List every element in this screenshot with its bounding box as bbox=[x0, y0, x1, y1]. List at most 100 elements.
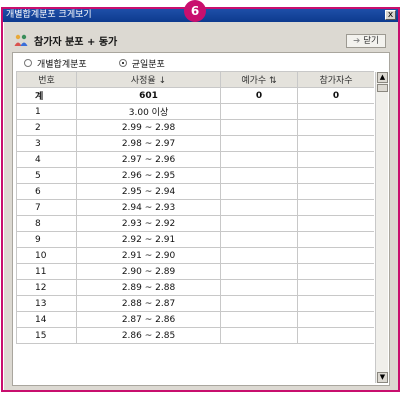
row-number: 11 bbox=[16, 263, 77, 280]
column-header-count[interactable]: 예가수 ⇅ bbox=[220, 71, 298, 88]
table-row[interactable]: 15 2.86 ~ 2.85 bbox=[16, 327, 374, 344]
table-row[interactable]: 6 2.95 ~ 2.94 bbox=[16, 183, 374, 200]
row-rate: 2.90 ~ 2.89 bbox=[76, 263, 221, 280]
table-row[interactable]: 8 2.93 ~ 2.92 bbox=[16, 215, 374, 232]
row-number: 1 bbox=[16, 103, 77, 120]
row-rate: 2.92 ~ 2.91 bbox=[76, 231, 221, 248]
distribution-mode-radios: 개별합계분포 균일분포 bbox=[24, 56, 197, 70]
row-count bbox=[220, 151, 298, 168]
row-number: 15 bbox=[16, 327, 77, 344]
radio-individual-sum-label: 개별합계분포 bbox=[37, 59, 87, 70]
row-count bbox=[220, 183, 298, 200]
table-row[interactable]: 9 2.92 ~ 2.91 bbox=[16, 231, 374, 248]
chevron-up-icon: ▲ bbox=[379, 73, 386, 81]
row-participants bbox=[297, 231, 374, 248]
row-participants bbox=[297, 311, 374, 328]
row-number: 8 bbox=[16, 215, 77, 232]
close-button-label: 닫기 bbox=[363, 36, 379, 46]
row-rate: 2.99 ~ 2.98 bbox=[76, 119, 221, 136]
row-number: 14 bbox=[16, 311, 77, 328]
row-count bbox=[220, 199, 298, 216]
table-row[interactable]: 2 2.99 ~ 2.98 bbox=[16, 119, 374, 136]
dialog-header: 참가자 분포 + 동가 bbox=[14, 32, 117, 48]
vertical-scrollbar[interactable]: ▲ ▼ bbox=[375, 72, 388, 383]
total-row[interactable]: 계 601 0 0 bbox=[16, 87, 374, 104]
row-number: 13 bbox=[16, 295, 77, 312]
row-participants bbox=[297, 327, 374, 344]
close-button[interactable]: ➔ 닫기 bbox=[346, 34, 386, 48]
row-participants bbox=[297, 279, 374, 296]
row-rate: 2.95 ~ 2.94 bbox=[76, 183, 221, 200]
column-header-participants[interactable]: 참가자수 bbox=[297, 71, 374, 88]
row-rate: 2.94 ~ 2.93 bbox=[76, 199, 221, 216]
row-count bbox=[220, 119, 298, 136]
radio-individual-sum-dot[interactable] bbox=[24, 59, 32, 67]
table-row[interactable]: 4 2.97 ~ 2.96 bbox=[16, 151, 374, 168]
exit-arrow-icon: ➔ bbox=[353, 36, 361, 46]
row-count bbox=[220, 327, 298, 344]
people-icon bbox=[14, 34, 28, 46]
chevron-down-icon: ▼ bbox=[379, 373, 386, 381]
row-participants bbox=[297, 167, 374, 184]
scroll-thumb[interactable] bbox=[377, 84, 388, 92]
table-row[interactable]: 13 2.88 ~ 2.87 bbox=[16, 295, 374, 312]
dialog-body: 참가자 분포 + 동가 ➔ 닫기 개별합계분포 균일분포 번호 사정율 ↓ 예가… bbox=[3, 22, 398, 390]
row-number: 12 bbox=[16, 279, 77, 296]
row-participants bbox=[297, 215, 374, 232]
table-row[interactable]: 12 2.89 ~ 2.88 bbox=[16, 279, 374, 296]
window-close-button[interactable]: x bbox=[385, 10, 396, 20]
row-rate: 2.96 ~ 2.95 bbox=[76, 167, 221, 184]
table-row[interactable]: 11 2.90 ~ 2.89 bbox=[16, 263, 374, 280]
row-number: 2 bbox=[16, 119, 77, 136]
row-count bbox=[220, 247, 298, 264]
row-count bbox=[220, 215, 298, 232]
table-row[interactable]: 3 2.98 ~ 2.97 bbox=[16, 135, 374, 152]
row-participants bbox=[297, 263, 374, 280]
row-participants bbox=[297, 199, 374, 216]
row-rate: 2.91 ~ 2.90 bbox=[76, 247, 221, 264]
row-rate: 2.87 ~ 2.86 bbox=[76, 311, 221, 328]
dialog-title: 참가자 분포 + 동가 bbox=[34, 36, 118, 48]
table-row[interactable]: 1 3.00 이상 bbox=[16, 103, 374, 120]
column-header-rate[interactable]: 사정율 ↓ bbox=[76, 71, 221, 88]
row-number: 5 bbox=[16, 167, 77, 184]
row-rate: 2.89 ~ 2.88 bbox=[76, 279, 221, 296]
row-count bbox=[220, 279, 298, 296]
column-header-number[interactable]: 번호 bbox=[16, 71, 77, 88]
row-rate: 2.86 ~ 2.85 bbox=[76, 327, 221, 344]
distribution-table-container: 번호 사정율 ↓ 예가수 ⇅ 참가자수 계 601 0 0 1 3.00 이상 2… bbox=[16, 71, 374, 383]
row-participants bbox=[297, 247, 374, 264]
scroll-down-button[interactable]: ▼ bbox=[377, 372, 388, 383]
row-count bbox=[220, 263, 298, 280]
row-count bbox=[220, 231, 298, 248]
step-callout-badge: 6 bbox=[184, 0, 206, 22]
row-rate: 2.93 ~ 2.92 bbox=[76, 215, 221, 232]
row-participants bbox=[297, 135, 374, 152]
row-participants bbox=[297, 295, 374, 312]
radio-uniform[interactable]: 균일분포 bbox=[118, 57, 165, 70]
total-rate: 601 bbox=[76, 87, 221, 104]
row-count bbox=[220, 167, 298, 184]
table-header-row: 번호 사정율 ↓ 예가수 ⇅ 참가자수 bbox=[16, 71, 374, 88]
scroll-up-button[interactable]: ▲ bbox=[377, 72, 388, 83]
row-participants bbox=[297, 119, 374, 136]
total-count: 0 bbox=[220, 87, 298, 104]
row-rate: 2.97 ~ 2.96 bbox=[76, 151, 221, 168]
radio-individual-sum[interactable]: 개별합계분포 bbox=[24, 57, 87, 70]
table-row[interactable]: 5 2.96 ~ 2.95 bbox=[16, 167, 374, 184]
table-row[interactable]: 10 2.91 ~ 2.90 bbox=[16, 247, 374, 264]
distribution-panel: 개별합계분포 균일분포 번호 사정율 ↓ 예가수 ⇅ 참가자수 계 601 0 … bbox=[12, 52, 390, 386]
total-participants: 0 bbox=[297, 87, 374, 104]
row-participants bbox=[297, 151, 374, 168]
window-title: 개별합계분포 크게보기 bbox=[6, 10, 92, 20]
row-participants bbox=[297, 183, 374, 200]
table-row[interactable]: 14 2.87 ~ 2.86 bbox=[16, 311, 374, 328]
row-number: 6 bbox=[16, 183, 77, 200]
row-number: 9 bbox=[16, 231, 77, 248]
row-count bbox=[220, 295, 298, 312]
radio-uniform-label: 균일분포 bbox=[131, 59, 165, 70]
table-row[interactable]: 7 2.94 ~ 2.93 bbox=[16, 199, 374, 216]
radio-uniform-dot[interactable] bbox=[118, 59, 127, 67]
row-count bbox=[220, 311, 298, 328]
row-count bbox=[220, 135, 298, 152]
